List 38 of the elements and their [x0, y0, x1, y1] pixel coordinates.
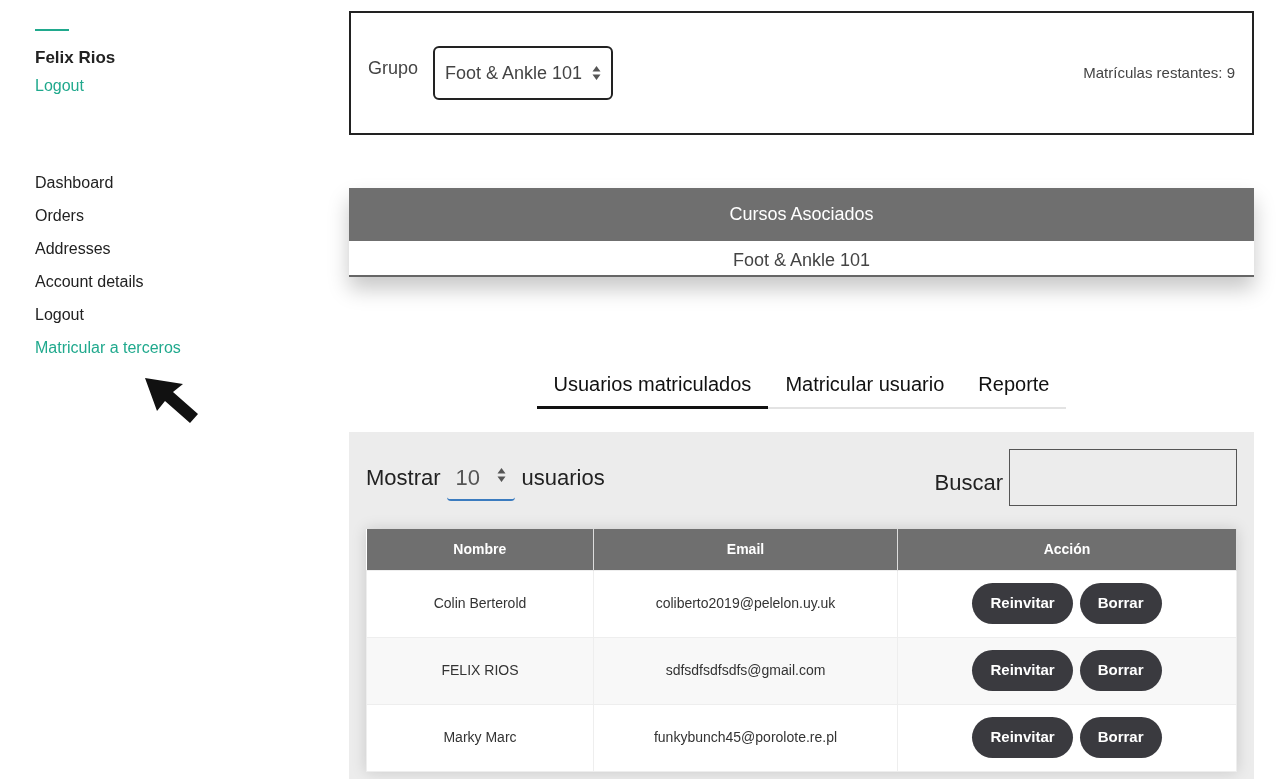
cursor-arrow-icon: [145, 377, 199, 424]
delete-button[interactable]: Borrar: [1079, 583, 1162, 624]
up-down-arrows-icon: [496, 467, 506, 483]
sidebar-item[interactable]: Logout: [35, 297, 84, 331]
tab[interactable]: Usuarios matriculados: [536, 361, 769, 409]
search-label: Buscar: [934, 469, 1003, 497]
up-down-arrows-icon: [592, 65, 602, 81]
sidebar-item[interactable]: Orders: [35, 198, 84, 232]
sidebar-item[interactable]: Account details: [35, 264, 144, 298]
table-cell: funkybunch45@porolote.re.pl: [593, 704, 898, 771]
group-select[interactable]: Foot & Ankle 101: [433, 46, 614, 100]
table-cell: Colin Berterold: [366, 570, 594, 637]
user-name: Felix Rios: [35, 47, 117, 69]
group-label: Grupo: [368, 56, 419, 80]
table-cell: FELIX RIOS: [366, 637, 594, 704]
course-name: Foot & Ankle 101: [731, 249, 872, 272]
column-header: Nombre: [366, 529, 594, 570]
accent-rule: [35, 29, 69, 31]
table-cell: Marky Marc: [366, 704, 594, 771]
remaining-enrollments: Matrículas restantes: 9: [1083, 62, 1235, 83]
tab[interactable]: Matricular usuario: [768, 361, 962, 409]
reinvite-button[interactable]: Reinvitar: [972, 717, 1073, 758]
reinvite-button[interactable]: Reinvitar: [972, 583, 1073, 624]
delete-button[interactable]: Borrar: [1079, 717, 1162, 758]
column-header: Acción: [897, 529, 1237, 570]
table-cell: sdfsdfsdfsdfs@gmail.com: [593, 637, 898, 704]
table-cell: coliberto2019@pelelon.uy.uk: [593, 570, 898, 637]
page-size-select[interactable]: 10: [446, 459, 515, 501]
courses-header: Cursos Asociados: [349, 188, 1254, 241]
tab[interactable]: Reporte: [961, 361, 1067, 409]
sidebar-item[interactable]: Dashboard: [35, 165, 114, 199]
show-label: Mostrar: [366, 464, 441, 492]
reinvite-button[interactable]: Reinvitar: [972, 650, 1073, 691]
search-field[interactable]: [1009, 449, 1237, 506]
show-suffix: usuarios: [521, 464, 605, 492]
sidebar-item[interactable]: Addresses: [35, 231, 111, 265]
delete-button[interactable]: Borrar: [1079, 650, 1162, 691]
column-header: Email: [593, 529, 898, 570]
